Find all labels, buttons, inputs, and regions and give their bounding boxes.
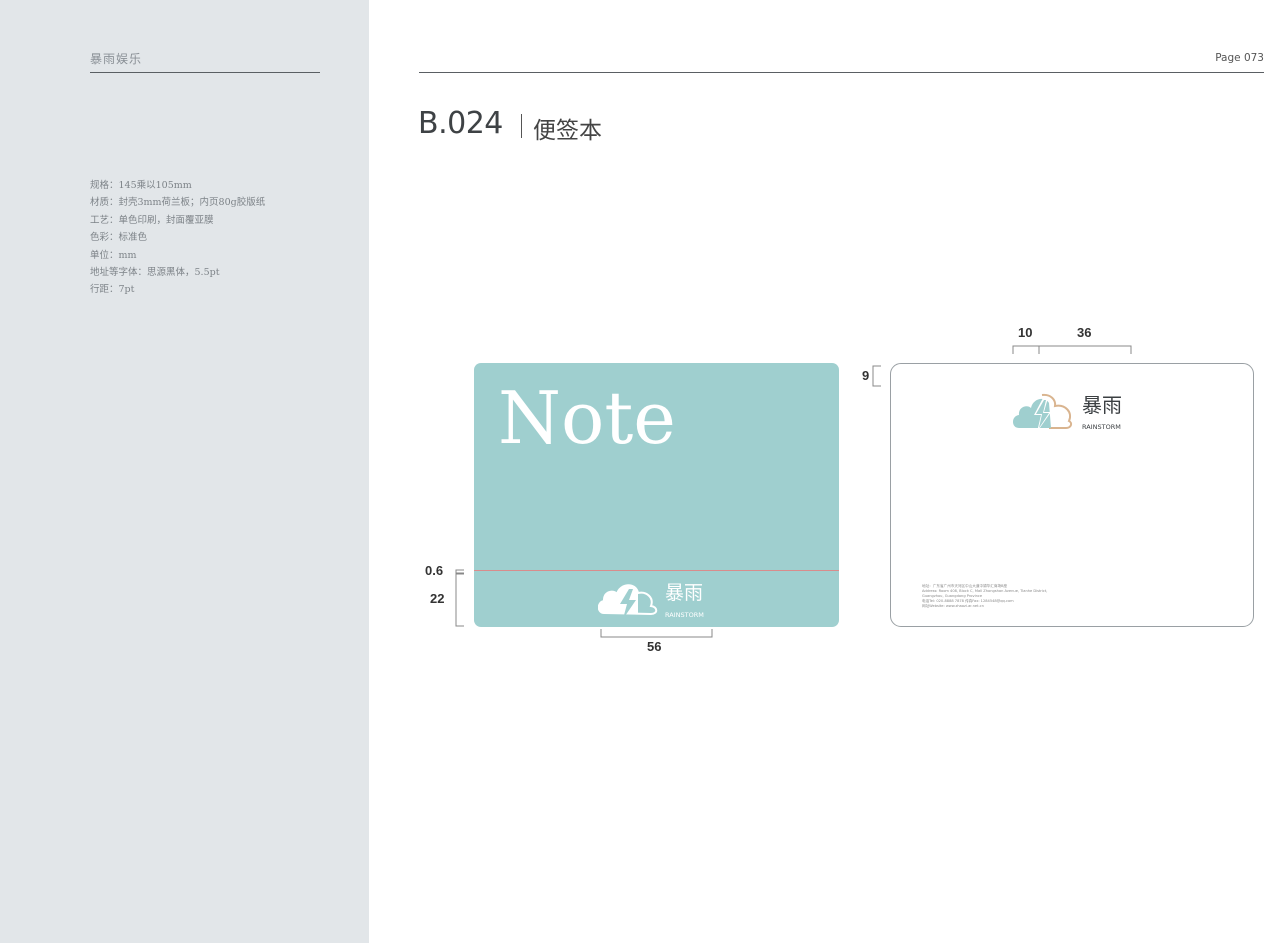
title-separator xyxy=(521,114,522,138)
logo-en-text: RAINSTORM xyxy=(665,611,704,619)
dim-label-cover-band: 22 xyxy=(430,591,445,606)
dim-line-back-top xyxy=(872,365,881,387)
spec-material: 材质：封壳3mm荷兰板；内页80g胶版纸 xyxy=(90,197,266,209)
header-divider xyxy=(419,72,1264,73)
dim-label-back-top: 9 xyxy=(862,368,870,383)
dim-label-cover-logo: 56 xyxy=(647,639,662,654)
rainstorm-logo-color: 暴雨 RAINSTORM xyxy=(1013,393,1122,432)
dim-line-cover-band xyxy=(455,573,464,627)
spec-unit: 单位：mm xyxy=(90,249,137,261)
dim-line-cover-divider xyxy=(455,569,464,574)
brand-divider xyxy=(90,72,320,73)
sidebar-panel: 暴雨娱乐 规格：145乘以105mm 材质：封壳3mm荷兰板；内页80g胶版纸 … xyxy=(0,0,369,943)
section-title: 便签本 xyxy=(533,118,602,144)
spec-font: 地址等字体：思源黑体，5.5pt xyxy=(90,267,220,279)
cover-divider-line xyxy=(474,570,839,571)
dim-line-back-logo xyxy=(1012,345,1132,354)
spec-color: 色彩：标准色 xyxy=(90,232,148,244)
address-line: 网址Website: www.zhaozi.ar.net.cn xyxy=(922,604,984,608)
rainstorm-logo: 暴雨 RAINSTORM xyxy=(598,582,704,619)
notepad-inner-page: 暴雨 RAINSTORM 地址：广东省广州市天河区中山大道中锦华汇商场B座 Ad… xyxy=(890,363,1254,627)
cloud-bolt-icon xyxy=(598,584,658,619)
notepad-cover: Note 暴雨 RAINSTORM xyxy=(474,363,839,627)
section-code: B.024 xyxy=(418,106,503,141)
spec-list: 规格：145乘以105mm 材质：封壳3mm荷兰板；内页80g胶版纸 工艺：单色… xyxy=(90,177,265,299)
address-block: 地址：广东省广州市天河区中山大道中锦华汇商场B座 Address: Room 4… xyxy=(922,584,1047,609)
spec-size: 规格：145乘以105mm xyxy=(90,180,192,191)
cover-note-word: Note xyxy=(498,376,676,460)
dim-line-cover-logo xyxy=(600,629,713,638)
spec-process: 工艺：单色印刷，封面覆亚膜 xyxy=(90,214,214,226)
dim-label-back-logo: 36 xyxy=(1077,325,1092,340)
logo-en-text: RAINSTORM xyxy=(1082,423,1121,431)
dim-label-cover-divider: 0.6 xyxy=(425,563,444,578)
brand-name: 暴雨娱乐 xyxy=(90,52,143,66)
logo-cn-text: 暴雨 xyxy=(665,582,703,604)
logo-cn-text: 暴雨 xyxy=(1082,393,1122,417)
cloud-bolt-icon xyxy=(1013,393,1073,432)
page-number: Page 073 xyxy=(1215,52,1264,64)
spec-leading: 行距：7pt xyxy=(90,284,135,296)
dim-label-back-offset: 10 xyxy=(1018,325,1033,340)
